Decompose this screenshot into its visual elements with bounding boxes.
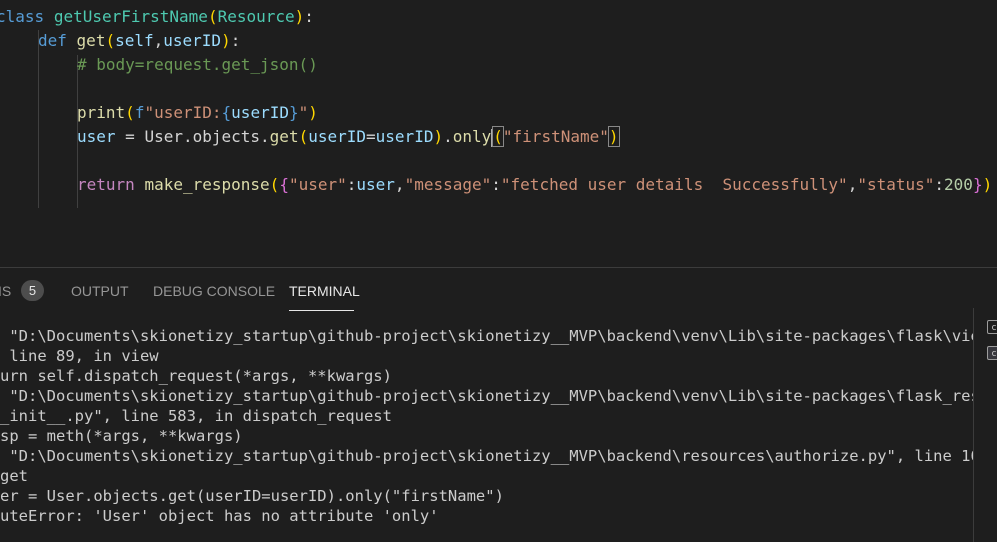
string: "user"	[288, 175, 347, 194]
terminal-line: "D:\Documents\skionetizy_startup\github-…	[0, 387, 980, 405]
terminal-line: uteError: 'User' object has no attribute…	[0, 507, 439, 525]
brace: }	[972, 175, 983, 194]
paren-match: )	[607, 126, 620, 147]
base-class: Resource	[217, 7, 295, 26]
string: userID:	[154, 103, 222, 122]
quote: "	[298, 103, 309, 122]
paren: )	[433, 127, 444, 146]
code-line-1[interactable]: class getUserFirstName(Resource):	[0, 5, 314, 29]
terminal-line: urn self.dispatch_request(*args, **kwarg…	[0, 367, 392, 385]
string: "status"	[857, 175, 935, 194]
terminal-instance-icon[interactable]: c	[987, 320, 997, 334]
code-line-5[interactable]: print(f"userID:{userID}")	[77, 101, 318, 125]
code-line-2[interactable]: def get(self,userID):	[38, 29, 240, 53]
code-line-3[interactable]: # body=request.get_json()	[77, 53, 318, 77]
object-ref: User.objects.	[144, 127, 270, 146]
paren: (	[125, 103, 135, 122]
colon: :	[230, 31, 241, 50]
tab-terminal[interactable]: TERMINAL	[289, 283, 360, 299]
method-call: get	[269, 127, 299, 146]
brace: {	[279, 175, 289, 194]
colon: :	[491, 175, 501, 194]
method-call: only	[452, 127, 492, 146]
variable: userID	[375, 127, 434, 146]
fstring-prefix: f	[134, 103, 145, 122]
terminal-line: sp = meth(*args, **kwargs)	[0, 427, 243, 445]
string: "firstName"	[502, 127, 609, 146]
indent-guide	[38, 30, 39, 208]
brace: }	[288, 103, 299, 122]
keyword: class	[0, 7, 45, 26]
tab-output[interactable]: OUTPUT	[71, 283, 129, 299]
comment: # body=request.get_json()	[77, 55, 318, 74]
active-tab-indicator	[289, 310, 354, 311]
string: "message"	[404, 175, 492, 194]
code-line-6[interactable]: user = User.objects.get(userID=userID).o…	[77, 125, 620, 149]
terminal-line: get	[0, 467, 28, 485]
paren: )	[221, 31, 231, 50]
paren: )	[308, 103, 318, 122]
function-name: get	[76, 31, 106, 50]
problems-count-badge: 5	[21, 280, 44, 301]
paren: )	[982, 175, 993, 194]
code-editor[interactable]: class getUserFirstName(Resource): def ge…	[0, 0, 997, 266]
paren: (	[207, 7, 218, 26]
terminal-list-sidebar: c c	[973, 308, 997, 542]
comma: ,	[153, 31, 164, 50]
terminal-line: er = User.objects.get(userID=userID).onl…	[0, 487, 504, 505]
variable: user	[77, 127, 116, 146]
brace: {	[221, 103, 232, 122]
paren: (	[269, 175, 280, 194]
quote: "	[144, 103, 155, 122]
kwarg: userID	[308, 127, 367, 146]
terminal-line: "D:\Documents\skionetizy_startup\github-…	[0, 447, 980, 465]
comma: ,	[394, 175, 405, 194]
variable: user	[356, 175, 395, 194]
terminal-line: line 89, in view	[0, 347, 159, 365]
operator: =	[115, 127, 145, 146]
code-line-8[interactable]: return make_response({"user":user,"messa…	[77, 173, 992, 197]
tab-problems[interactable]: IS	[0, 283, 11, 299]
terminal-instance-icon[interactable]: c	[987, 346, 997, 360]
paren-match: (	[492, 126, 504, 147]
dot: .	[443, 127, 453, 146]
paren: (	[105, 31, 116, 50]
string: "fetched user details Successfully"	[500, 175, 848, 194]
param: self	[115, 31, 154, 50]
number: 200	[944, 175, 973, 194]
function-call: make_response	[144, 175, 270, 194]
colon: :	[346, 175, 357, 194]
keyword: return	[77, 175, 135, 194]
param: userID	[163, 31, 222, 50]
tab-debug-console[interactable]: DEBUG CONSOLE	[153, 283, 275, 299]
colon: :	[934, 175, 945, 194]
bottom-panel: IS 5 OUTPUT DEBUG CONSOLE TERMINAL "D:\D…	[0, 267, 997, 542]
panel-tabs: IS 5 OUTPUT DEBUG CONSOLE TERMINAL	[0, 268, 997, 312]
variable: userID	[231, 103, 289, 122]
colon: :	[304, 7, 314, 26]
operator: =	[366, 127, 376, 146]
paren: (	[298, 127, 309, 146]
paren: )	[294, 7, 305, 26]
terminal-line: _init__.py", line 583, in dispatch_reque…	[0, 407, 392, 425]
function-call: print	[77, 103, 126, 122]
terminal-line: "D:\Documents\skionetizy_startup\github-…	[0, 327, 980, 345]
class-name: getUserFirstName	[53, 7, 208, 26]
keyword: def	[38, 31, 67, 50]
comma: ,	[847, 175, 858, 194]
